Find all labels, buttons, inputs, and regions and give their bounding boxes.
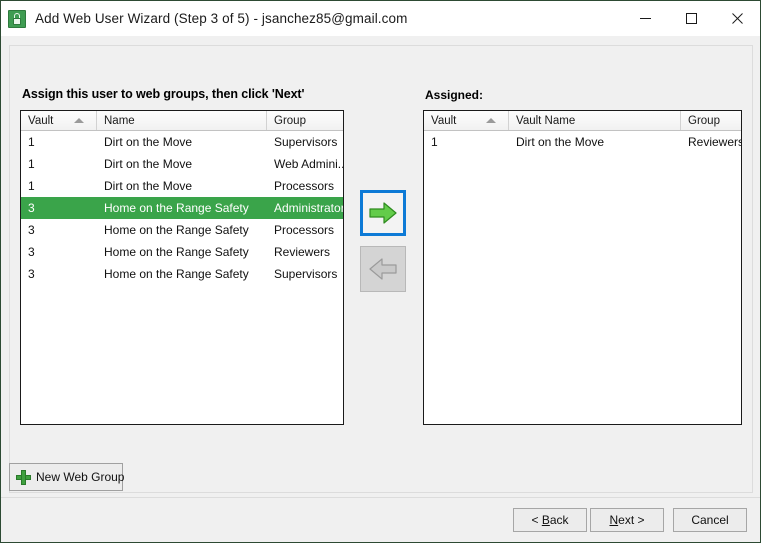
column-header-name[interactable]: Name <box>97 111 267 130</box>
vault-lock-icon <box>8 9 26 28</box>
cell-vault: 1 <box>28 157 35 171</box>
column-header-group-label: Group <box>274 114 306 127</box>
window-controls <box>622 1 760 36</box>
column-header-vault-label: Vault <box>431 114 457 127</box>
table-row[interactable]: 3 Home on the Range Safety Supervisors <box>21 263 343 285</box>
instruction-text: Assign this user to web groups, then cli… <box>22 87 305 101</box>
column-header-group-label: Group <box>688 114 720 127</box>
column-header-vault-name[interactable]: Vault Name <box>509 111 681 130</box>
cell-group: Administrators <box>274 201 343 215</box>
sort-ascending-icon <box>486 118 496 123</box>
cell-vault: 3 <box>28 245 35 259</box>
assigned-label: Assigned: <box>425 88 484 102</box>
maximize-button[interactable] <box>668 1 714 36</box>
cell-name: Dirt on the Move <box>104 157 193 171</box>
column-header-vault-label: Vault <box>28 114 54 127</box>
maximize-icon <box>685 13 697 24</box>
table-row[interactable]: 1 Dirt on the Move Processors <box>21 175 343 197</box>
close-button[interactable] <box>714 1 760 36</box>
cell-name: Dirt on the Move <box>104 135 193 149</box>
cell-group: Web Admini... <box>274 157 343 171</box>
arrow-right-icon <box>369 202 397 224</box>
table-row[interactable]: 3 Home on the Range Safety Processors <box>21 219 343 241</box>
cell-vault-name: Dirt on the Move <box>516 135 605 149</box>
cell-group: Supervisors <box>274 135 338 149</box>
new-web-group-label: New Web Group <box>36 470 125 484</box>
cell-name: Home on the Range Safety <box>104 223 249 237</box>
cell-vault: 3 <box>28 267 35 281</box>
available-grid-header: Vault Name Group <box>21 111 343 131</box>
cell-vault: 1 <box>28 179 35 193</box>
assigned-grid-header: Vault Vault Name Group <box>424 111 741 131</box>
cell-name: Home on the Range Safety <box>104 245 249 259</box>
close-icon <box>731 13 743 24</box>
column-header-name-label: Name <box>104 114 135 127</box>
cell-group: Processors <box>274 223 335 237</box>
next-button[interactable]: Next > <box>590 508 664 532</box>
plus-icon <box>16 469 31 485</box>
table-row-selected[interactable]: 3 Home on the Range Safety Administrator… <box>21 197 343 219</box>
arrow-left-icon <box>369 258 397 280</box>
cancel-button[interactable]: Cancel <box>673 508 747 532</box>
table-row[interactable]: 3 Home on the Range Safety Reviewers <box>21 241 343 263</box>
cell-vault: 3 <box>28 223 35 237</box>
assign-group-button[interactable] <box>360 190 406 236</box>
table-row[interactable]: 1 Dirt on the Move Supervisors <box>21 131 343 153</box>
cell-vault: 3 <box>28 201 35 215</box>
column-header-group[interactable]: Group <box>267 111 343 130</box>
cell-name: Home on the Range Safety <box>104 267 249 281</box>
minimize-icon <box>639 18 651 19</box>
table-row[interactable]: 1 Dirt on the Move Reviewers <box>424 131 741 153</box>
unassign-group-button[interactable] <box>360 246 406 292</box>
minimize-button[interactable] <box>622 1 668 36</box>
column-header-group[interactable]: Group <box>681 111 741 130</box>
sort-ascending-icon <box>74 118 84 123</box>
cell-group: Reviewers <box>688 135 741 149</box>
table-row[interactable]: 1 Dirt on the Move Web Admini... <box>21 153 343 175</box>
back-button[interactable]: < Back <box>513 508 587 532</box>
window-title: Add Web User Wizard (Step 3 of 5) - jsan… <box>35 11 408 26</box>
cell-name: Dirt on the Move <box>104 179 193 193</box>
column-header-vault[interactable]: Vault <box>424 111 509 130</box>
column-header-vault-name-label: Vault Name <box>516 114 576 127</box>
assigned-groups-grid[interactable]: Vault Vault Name Group 1 Dirt on the Mov… <box>423 110 742 425</box>
cell-vault: 1 <box>28 135 35 149</box>
title-bar[interactable]: Add Web User Wizard (Step 3 of 5) - jsan… <box>1 1 760 36</box>
cell-group: Supervisors <box>274 267 338 281</box>
available-groups-grid[interactable]: Vault Name Group 1 Dirt on the Move Supe… <box>20 110 344 425</box>
next-accel: N <box>609 513 619 527</box>
cell-vault: 1 <box>431 135 438 149</box>
new-web-group-button[interactable]: New Web Group <box>9 463 125 491</box>
column-header-vault[interactable]: Vault <box>21 111 97 130</box>
cell-group: Reviewers <box>274 245 331 259</box>
add-web-user-wizard-window: Add Web User Wizard (Step 3 of 5) - jsan… <box>0 0 761 543</box>
back-accel: B <box>541 513 550 527</box>
cell-group: Processors <box>274 179 335 193</box>
cell-name: Home on the Range Safety <box>104 201 249 215</box>
